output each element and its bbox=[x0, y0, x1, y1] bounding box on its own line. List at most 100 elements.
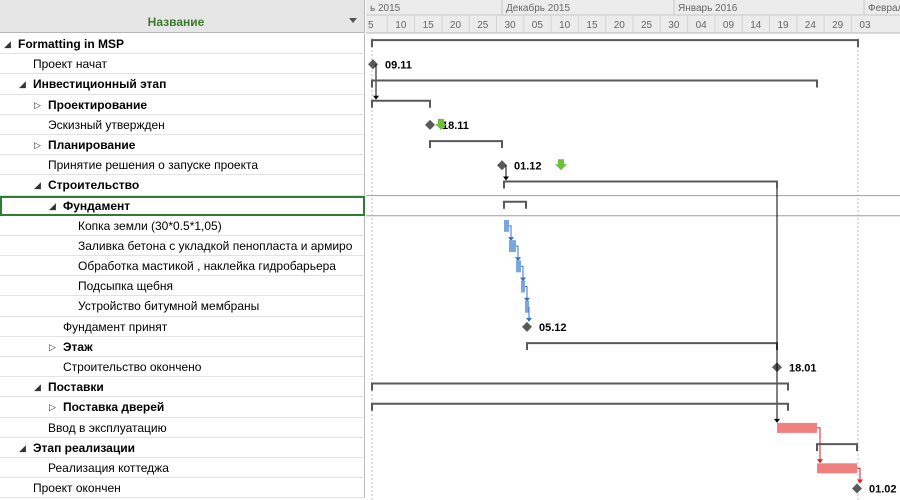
task-row[interactable]: Эскизный утвержден bbox=[0, 114, 365, 135]
dependency-arrowhead bbox=[774, 418, 780, 423]
summary-bar bbox=[503, 200, 527, 209]
milestone-date-label: 18.01 bbox=[789, 362, 817, 374]
task-row[interactable]: Ввод в эксплуатацию bbox=[0, 417, 365, 438]
task-name: Проект начат bbox=[33, 57, 108, 72]
task-row[interactable]: ◢ Поставки bbox=[0, 377, 365, 398]
task-name: Фундамент принят bbox=[63, 319, 168, 334]
task-name: Ввод в эксплуатацию bbox=[48, 420, 167, 435]
summary-bar bbox=[371, 382, 789, 391]
task-row[interactable]: Заливка бетона с укладкой пенопласта и а… bbox=[0, 235, 365, 257]
collapse-triangle-icon[interactable]: ◢ bbox=[4, 39, 14, 49]
task-bar bbox=[516, 260, 521, 273]
critical-task-bar bbox=[777, 422, 817, 433]
task-row[interactable]: Подсыпка щебня bbox=[0, 276, 365, 297]
expand-triangle-icon[interactable]: ▷ bbox=[49, 402, 59, 412]
timescale-day: 10 bbox=[395, 20, 407, 31]
task-name: Поставки bbox=[48, 380, 104, 395]
timescale-day: 30 bbox=[505, 20, 517, 31]
task-row[interactable]: Обработка мастикой , наклейка гидробарье… bbox=[0, 256, 365, 277]
task-row[interactable]: Строительство окончено bbox=[0, 357, 365, 378]
task-row[interactable]: Копка земли (30*0.5*1,05) bbox=[0, 215, 365, 236]
summary-bar bbox=[371, 39, 859, 48]
collapse-triangle-icon[interactable]: ◢ bbox=[19, 443, 29, 453]
summary-bar bbox=[371, 402, 789, 411]
summary-bar bbox=[429, 140, 503, 149]
collapse-triangle-icon[interactable]: ◢ bbox=[34, 180, 44, 190]
timescale-month: Январь 2016 bbox=[678, 3, 738, 14]
task-name: Устройство битумной мембраны bbox=[78, 299, 260, 314]
task-bar bbox=[504, 219, 509, 232]
timescale-day: 09 bbox=[723, 20, 735, 31]
collapse-triangle-icon[interactable]: ◢ bbox=[49, 201, 59, 211]
milestone-diamond bbox=[425, 119, 435, 130]
milestone-date-label: 01.02 bbox=[869, 484, 897, 496]
task-row[interactable]: ▷ Этаж bbox=[0, 336, 365, 357]
indicator-arrow-icon bbox=[555, 159, 567, 171]
collapse-triangle-icon[interactable]: ◢ bbox=[34, 382, 44, 392]
timescale-day: 19 bbox=[778, 20, 790, 31]
task-rows: ◢ Formatting in MSP Проект начат ◢ Инвестици… bbox=[0, 34, 365, 499]
task-row[interactable]: Принятие решения о запуске проекта bbox=[0, 155, 365, 176]
task-row[interactable]: ◢ Formatting in MSP bbox=[0, 34, 365, 55]
task-row[interactable]: ◢ Этап реализации bbox=[0, 437, 365, 458]
filter-dropdown-icon[interactable] bbox=[349, 18, 357, 23]
summary-bar bbox=[371, 79, 818, 88]
task-name: Строительство bbox=[48, 178, 140, 193]
task-name: Formatting in MSP bbox=[18, 37, 124, 51]
timescale-day: 03 bbox=[859, 20, 871, 31]
task-name: Поставка дверей bbox=[63, 400, 165, 415]
timescale-day: 14 bbox=[750, 20, 762, 31]
milestone-date-label: 09.11 bbox=[385, 59, 412, 71]
summary-bar bbox=[526, 342, 778, 351]
collapse-triangle-icon[interactable]: ◢ bbox=[19, 79, 29, 89]
task-row[interactable]: ▷ Поставка дверей bbox=[0, 397, 365, 418]
task-name: Строительство окончено bbox=[63, 360, 202, 374]
task-row[interactable]: Проект начат bbox=[0, 54, 365, 75]
task-table: Название ◢ Formatting in MSP Проект начат ◢… bbox=[0, 0, 365, 500]
table-header: Название bbox=[0, 0, 365, 33]
expand-triangle-icon[interactable]: ▷ bbox=[49, 342, 59, 352]
timescale-day: 25 bbox=[477, 20, 489, 31]
task-name: Принятие решения о запуске проекта bbox=[48, 158, 259, 173]
task-name: Заливка бетона с укладкой пенопласта и а… bbox=[78, 238, 353, 253]
task-name: Реализация коттеджа bbox=[48, 460, 169, 475]
task-row[interactable]: ▷ Планирование bbox=[0, 134, 365, 156]
task-bar bbox=[521, 280, 525, 293]
timescale-day: 20 bbox=[450, 20, 462, 31]
dependency-arrowhead bbox=[817, 459, 823, 464]
timescale-day: 5 bbox=[368, 20, 374, 31]
column-header-name[interactable]: Название bbox=[0, 15, 352, 29]
task-name: Проектирование bbox=[48, 97, 148, 112]
summary-bar bbox=[371, 99, 431, 108]
task-bar bbox=[525, 300, 529, 313]
task-row[interactable]: ◢ Инвестиционный этап bbox=[0, 74, 365, 95]
task-name: Фундамент bbox=[63, 198, 131, 213]
task-bar bbox=[509, 240, 516, 253]
milestone-diamond bbox=[522, 321, 532, 332]
task-row[interactable]: Проект окончен bbox=[0, 478, 365, 499]
timescale-day: 25 bbox=[641, 20, 653, 31]
task-row[interactable]: Устройство битумной мембраны bbox=[0, 296, 365, 317]
dependency-arrowhead bbox=[373, 95, 379, 100]
summary-bar bbox=[503, 180, 778, 189]
dependency-arrowhead bbox=[526, 317, 532, 322]
timescale-day: 24 bbox=[805, 20, 817, 31]
task-row[interactable]: ▷ Проектирование bbox=[0, 94, 365, 115]
task-row[interactable]: ◢ Строительство bbox=[0, 175, 365, 196]
gantt-chart: ь 2015 Декабрь 2015 Январь 2016 Февраль 5 10 1… bbox=[366, 0, 900, 500]
task-row[interactable]: ◢ Фундамент bbox=[0, 195, 365, 216]
expand-triangle-icon[interactable]: ▷ bbox=[34, 100, 44, 110]
task-row[interactable]: Фундамент принят bbox=[0, 316, 365, 337]
milestone-date-label: 01.12 bbox=[514, 160, 542, 172]
task-name: Эскизный утвержден bbox=[48, 117, 165, 132]
timescale-month: ь 2015 bbox=[370, 3, 401, 14]
timescale-day: 05 bbox=[532, 20, 544, 31]
expand-triangle-icon[interactable]: ▷ bbox=[34, 140, 44, 150]
timescale-day: 10 bbox=[559, 20, 571, 31]
task-row[interactable]: Реализация коттеджа bbox=[0, 457, 365, 479]
task-name: Планирование bbox=[48, 137, 136, 152]
timescale-month: Декабрь 2015 bbox=[506, 2, 570, 14]
task-name: Проект окончен bbox=[33, 481, 121, 496]
timescale-day: 15 bbox=[586, 20, 598, 31]
task-name: Этап реализации bbox=[33, 440, 135, 455]
